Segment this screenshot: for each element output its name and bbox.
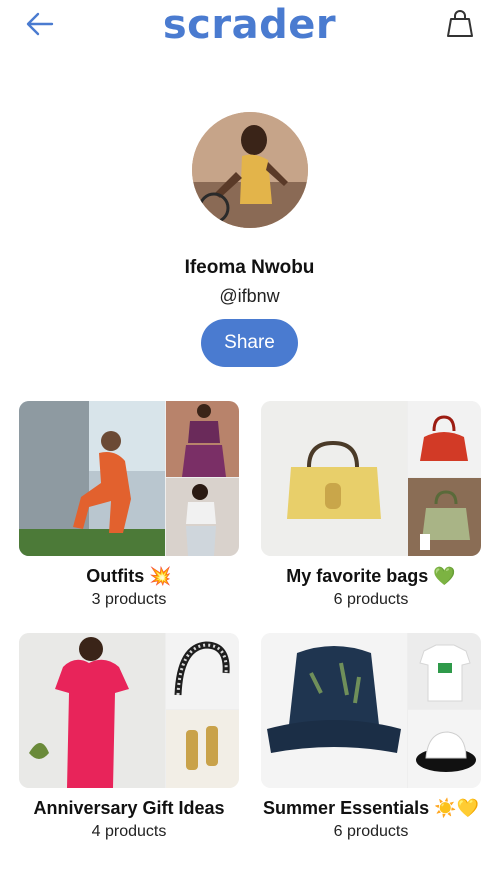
profile-name: Ifeoma Nwobu [184,257,315,278]
collection-thumbnail [19,401,239,556]
collection-title: Summer Essentials ☀️💛 [263,798,479,818]
brand-logo: scrader [162,2,337,48]
collection-title: Outfits 💥 [86,566,172,586]
cart-button[interactable] [443,8,477,40]
shopping-bag-icon [447,10,473,37]
collection-thumbnail [261,401,481,556]
collection-count: 3 products [91,591,167,608]
collection-thumbnail [19,633,239,788]
collection-count: 6 products [333,591,409,608]
profile-handle: @ifbnw [219,286,280,306]
collection-title: Anniversary Gift Ideas [33,798,225,818]
collection-card-summer-essentials[interactable]: Summer Essentials ☀️💛 6 products [261,633,481,841]
collection-card-outfits[interactable]: Outfits 💥 3 products [19,401,239,609]
collection-thumbnail [261,633,481,788]
collection-count: 4 products [91,823,167,840]
avatar [192,112,308,228]
collection-count: 6 products [333,823,409,840]
collection-card-bags[interactable]: My favorite bags 💚 6 products [261,401,481,609]
share-button[interactable]: Share [201,319,298,367]
collection-title: My favorite bags 💚 [286,566,456,586]
top-bar: scrader [0,0,499,56]
collection-card-anniversary-gifts[interactable]: Anniversary Gift Ideas 4 products [19,633,239,841]
